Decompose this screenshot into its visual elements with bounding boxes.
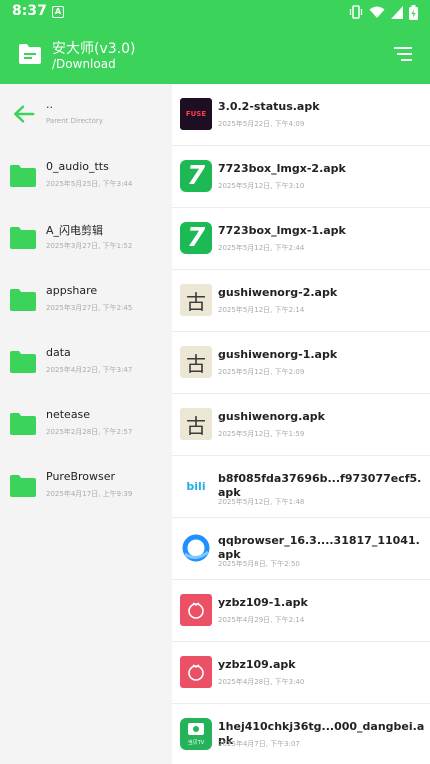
- parent-directory-item[interactable]: .. Parent Directory: [0, 84, 172, 146]
- qqbrowser-icon: [182, 534, 210, 562]
- file-item[interactable]: 当贝TV 1hej410chkj36tg...000_dangbei.apk 2…: [172, 704, 430, 764]
- app-icon-label: 7: [186, 223, 206, 253]
- file-item[interactable]: 7 7723box_lmgx-1.apk 2025年5月12日, 下午2:44: [172, 208, 430, 270]
- file-name: 7723box_lmgx-1.apk: [218, 224, 346, 237]
- app-icon-label: 古: [186, 413, 206, 438]
- file-name: yzbz109.apk: [218, 658, 296, 671]
- app-icon-label: bili: [186, 479, 206, 493]
- app-bar: 安大师(v3.0) /Download: [0, 24, 430, 84]
- folder-item[interactable]: data 2025年4月22日, 下午3:47: [0, 332, 172, 394]
- tomato-icon: [188, 664, 204, 681]
- status-time: 8:37: [12, 3, 47, 19]
- folder-item[interactable]: A_闪电剪辑 2025年3月27日, 下午1:52: [0, 208, 172, 270]
- file-date: 2025年4月29日, 下午2:14: [218, 616, 305, 624]
- folder-date: 2025年2月28日, 下午2:57: [46, 428, 133, 436]
- folder-icon: [10, 413, 36, 435]
- file-date: 2025年5月12日, 下午2:09: [218, 368, 305, 376]
- status-icons: [349, 4, 418, 20]
- app-folder-icon: [19, 44, 41, 64]
- file-date: 2025年5月8日, 下午2:50: [218, 560, 300, 568]
- file-date: 2025年5月12日, 下午2:14: [218, 306, 305, 314]
- file-name: gushiwenorg.apk: [218, 410, 325, 423]
- dangbei-tv-app-icon: 当贝TV: [180, 718, 212, 750]
- file-pane: FUSE 3.0.2-status.apk 2025年5月22日, 下午4:09…: [172, 84, 430, 764]
- file-name: 3.0.2-status.apk: [218, 100, 320, 113]
- sort-menu-button[interactable]: [392, 44, 414, 64]
- file-name: gushiwenorg-2.apk: [218, 286, 338, 299]
- tomato-icon: [188, 602, 204, 619]
- 7723-app-icon: 7: [180, 160, 212, 192]
- tomato-app-icon: [180, 594, 212, 626]
- status-bar: 8:37 A: [0, 0, 430, 24]
- folder-name: appshare: [46, 284, 98, 297]
- app-icon-label: FUSE: [185, 110, 207, 118]
- folder-icon: [10, 475, 36, 497]
- folder-date: 2025年4月17日, 上午9:39: [46, 490, 133, 498]
- file-name: b8f085fda37696b...f973077ecf5.apk: [218, 472, 422, 499]
- file-item[interactable]: bili b8f085fda37696b...f973077ecf5.apk 2…: [172, 456, 430, 518]
- 7723-app-icon: 7: [180, 222, 212, 254]
- gushiwen-app-icon: 古: [180, 408, 212, 440]
- file-item[interactable]: 古 gushiwenorg-1.apk 2025年5月12日, 下午2:09: [172, 332, 430, 394]
- folder-date: 2025年3月27日, 下午2:45: [46, 304, 133, 312]
- gushiwen-app-icon: 古: [180, 284, 212, 316]
- folder-icon: [10, 351, 36, 373]
- gushiwen-app-icon: 古: [180, 346, 212, 378]
- file-item[interactable]: 古 gushiwenorg.apk 2025年5月12日, 下午1:59: [172, 394, 430, 456]
- list-item-subtitle: Parent Directory: [46, 117, 103, 125]
- file-item[interactable]: qqbrowser_16.3....31817_11041.apk 2025年5…: [172, 518, 430, 580]
- folder-icon: [10, 165, 36, 187]
- battery-icon: [409, 4, 418, 20]
- folder-date: 2025年4月22日, 下午3:47: [46, 366, 133, 374]
- folder-item[interactable]: appshare 2025年3月27日, 下午2:45: [0, 270, 172, 332]
- wifi-icon: [369, 6, 385, 18]
- list-item-name: ..: [46, 98, 53, 111]
- directory-pane: .. Parent Directory 0_audio_tts 2025年5月2…: [0, 84, 172, 764]
- file-date: 2025年5月12日, 下午3:10: [218, 182, 305, 190]
- file-date: 2025年5月12日, 下午1:59: [218, 430, 305, 438]
- current-path: /Download: [52, 57, 116, 71]
- folder-name: netease: [46, 408, 91, 421]
- file-date: 2025年5月12日, 下午1:48: [218, 498, 305, 506]
- file-item[interactable]: 7 7723box_lmgx-2.apk 2025年5月12日, 下午3:10: [172, 146, 430, 208]
- file-item[interactable]: FUSE 3.0.2-status.apk 2025年5月22日, 下午4:09: [172, 84, 430, 146]
- folder-icon: [10, 289, 36, 311]
- app-icon-label: 古: [186, 289, 206, 314]
- file-date: 2025年4月28日, 下午3:40: [218, 678, 305, 686]
- folder-item[interactable]: 0_audio_tts 2025年5月25日, 下午3:44: [0, 146, 172, 208]
- folder-item[interactable]: netease 2025年2月28日, 下午2:57: [0, 394, 172, 456]
- file-item[interactable]: yzbz109-1.apk 2025年4月29日, 下午2:14: [172, 580, 430, 642]
- back-arrow-icon: [14, 105, 35, 123]
- notification-icon: A: [52, 6, 64, 18]
- fuse-app-icon: FUSE: [180, 98, 212, 130]
- file-item[interactable]: yzbz109.apk 2025年4月28日, 下午3:40: [172, 642, 430, 704]
- folder-icon: [10, 227, 36, 249]
- file-name: qqbrowser_16.3....31817_11041.apk: [218, 534, 420, 561]
- qqbrowser-app-icon: [180, 532, 212, 564]
- file-item[interactable]: 古 gushiwenorg-2.apk 2025年5月12日, 下午2:14: [172, 270, 430, 332]
- folder-name: A_闪电剪辑: [46, 224, 104, 237]
- vibrate-icon: [349, 5, 363, 19]
- folder-name: PureBrowser: [46, 470, 116, 483]
- folder-date: 2025年5月25日, 下午3:44: [46, 180, 133, 188]
- file-name: yzbz109-1.apk: [218, 596, 308, 609]
- folder-name: data: [46, 346, 71, 359]
- app-icon-label: 古: [186, 351, 206, 376]
- file-date: 2025年5月22日, 下午4:09: [218, 120, 305, 128]
- folder-name: 0_audio_tts: [46, 160, 109, 173]
- signal-icon: [391, 5, 403, 19]
- file-date: 2025年5月12日, 下午2:44: [218, 244, 305, 252]
- folder-item[interactable]: PureBrowser 2025年4月17日, 上午9:39: [0, 456, 172, 518]
- app-title: 安大师(v3.0): [52, 41, 136, 57]
- app-icon-label: 7: [186, 161, 206, 191]
- file-name: 7723box_lmgx-2.apk: [218, 162, 346, 175]
- bilibili-app-icon: bili: [180, 470, 212, 502]
- folder-date: 2025年3月27日, 下午1:52: [46, 242, 133, 250]
- file-date: 2025年4月7日, 下午3:07: [218, 740, 300, 748]
- app-icon-label: 当贝TV: [187, 740, 205, 746]
- tomato-app-icon: [180, 656, 212, 688]
- file-name: gushiwenorg-1.apk: [218, 348, 338, 361]
